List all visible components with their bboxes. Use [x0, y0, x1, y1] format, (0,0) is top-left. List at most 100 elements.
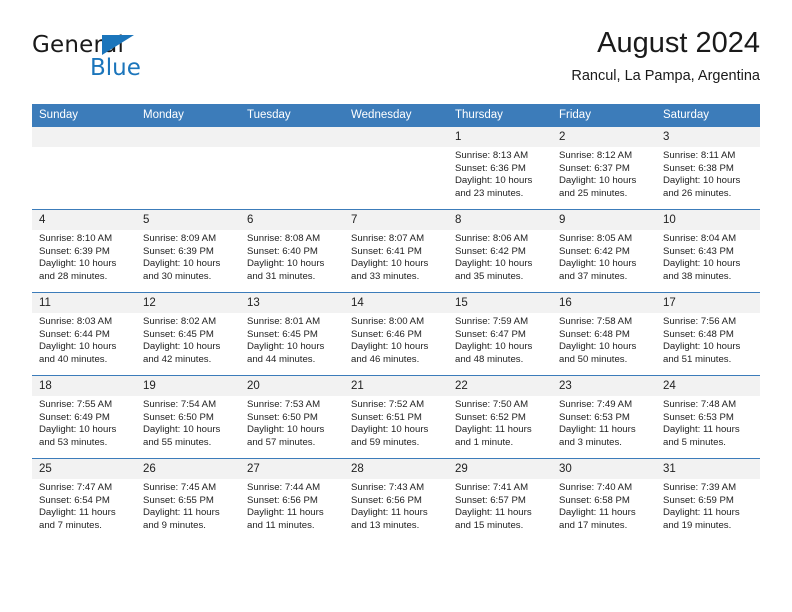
- day-details: Sunrise: 7:45 AM Sunset: 6:55 PM Daylight:…: [136, 479, 240, 532]
- day-detail-line: and 31 minutes.: [247, 270, 316, 282]
- day-detail-line: Daylight: 10 hours: [455, 341, 533, 353]
- day-details: Sunrise: 8:07 AM Sunset: 6:41 PM Daylight:…: [344, 230, 448, 283]
- weekday-header-wednesday: Wednesday: [344, 104, 448, 127]
- calendar-day-cell[interactable]: 16 Sunrise: 7:58 AM Sunset: 6:48 PM Dayligh…: [552, 292, 656, 376]
- day-detail-line: Sunrise: 7:48 AM: [663, 399, 737, 410]
- day-detail-line: Daylight: 11 hours: [39, 507, 116, 519]
- day-detail-line: Sunset: 6:54 PM: [39, 494, 110, 506]
- calendar-day-cell[interactable]: 31 Sunrise: 7:39 AM Sunset: 6:59 PM Dayligh…: [656, 458, 760, 541]
- day-detail-line: Sunrise: 7:40 AM: [559, 482, 633, 493]
- day-detail-line: and 9 minutes.: [143, 519, 206, 531]
- weekday-header-monday: Monday: [136, 104, 240, 127]
- day-details: Sunrise: 7:56 AM Sunset: 6:48 PM Daylight:…: [656, 313, 760, 366]
- day-detail-line: and 55 minutes.: [143, 436, 212, 448]
- day-detail-line: Daylight: 11 hours: [455, 424, 532, 436]
- calendar-day-cell-empty: [240, 126, 344, 210]
- day-detail-line: Daylight: 11 hours: [559, 507, 636, 519]
- day-number: 11: [32, 293, 136, 313]
- calendar-day-cell[interactable]: 8 Sunrise: 8:06 AM Sunset: 6:42 PM Daylight…: [448, 209, 552, 293]
- day-detail-line: Sunset: 6:39 PM: [143, 245, 214, 257]
- day-details: Sunrise: 7:52 AM Sunset: 6:51 PM Daylight:…: [344, 396, 448, 449]
- day-detail-line: Sunset: 6:53 PM: [663, 411, 734, 423]
- day-detail-line: Sunset: 6:43 PM: [663, 245, 734, 257]
- calendar-day-cell[interactable]: 18 Sunrise: 7:55 AM Sunset: 6:49 PM Dayligh…: [32, 375, 136, 459]
- day-detail-line: Sunrise: 8:10 AM: [39, 233, 113, 244]
- calendar-day-cell[interactable]: 27 Sunrise: 7:44 AM Sunset: 6:56 PM Dayligh…: [240, 458, 344, 541]
- day-detail-line: Daylight: 11 hours: [143, 507, 220, 519]
- day-detail-line: Sunset: 6:56 PM: [247, 494, 318, 506]
- day-detail-line: Sunrise: 7:53 AM: [247, 399, 321, 410]
- calendar-day-cell[interactable]: 28 Sunrise: 7:43 AM Sunset: 6:56 PM Dayligh…: [344, 458, 448, 541]
- day-detail-line: and 26 minutes.: [663, 187, 732, 199]
- weekday-header-saturday: Saturday: [656, 104, 760, 127]
- day-number: 25: [32, 459, 136, 479]
- calendar-day-cell[interactable]: 5 Sunrise: 8:09 AM Sunset: 6:39 PM Daylight…: [136, 209, 240, 293]
- day-number: [344, 127, 448, 147]
- calendar-day-cell[interactable]: 26 Sunrise: 7:45 AM Sunset: 6:55 PM Dayligh…: [136, 458, 240, 541]
- day-detail-line: and 40 minutes.: [39, 353, 108, 365]
- day-number: 9: [552, 210, 656, 230]
- day-detail-line: and 44 minutes.: [247, 353, 316, 365]
- day-details: Sunrise: 8:10 AM Sunset: 6:39 PM Daylight:…: [32, 230, 136, 283]
- day-detail-line: Sunrise: 8:12 AM: [559, 150, 633, 161]
- day-detail-line: Daylight: 10 hours: [39, 341, 117, 353]
- calendar-day-cell[interactable]: 29 Sunrise: 7:41 AM Sunset: 6:57 PM Dayligh…: [448, 458, 552, 541]
- weekday-header-tuesday: Tuesday: [240, 104, 344, 127]
- day-detail-line: and 25 minutes.: [559, 187, 628, 199]
- calendar-day-cell[interactable]: 30 Sunrise: 7:40 AM Sunset: 6:58 PM Dayligh…: [552, 458, 656, 541]
- calendar-day-cell[interactable]: 2 Sunrise: 8:12 AM Sunset: 6:37 PM Daylight…: [552, 126, 656, 210]
- day-details: Sunrise: 7:39 AM Sunset: 6:59 PM Daylight:…: [656, 479, 760, 532]
- calendar-day-cell[interactable]: 22 Sunrise: 7:50 AM Sunset: 6:52 PM Dayligh…: [448, 375, 552, 459]
- day-number: 6: [240, 210, 344, 230]
- page-subtitle: Rancul, La Pampa, Argentina: [571, 68, 760, 84]
- calendar-day-cell[interactable]: 23 Sunrise: 7:49 AM Sunset: 6:53 PM Dayligh…: [552, 375, 656, 459]
- day-detail-line: and 23 minutes.: [455, 187, 524, 199]
- calendar-day-cell[interactable]: 11 Sunrise: 8:03 AM Sunset: 6:44 PM Dayligh…: [32, 292, 136, 376]
- day-detail-line: Sunset: 6:55 PM: [143, 494, 214, 506]
- calendar-day-cell[interactable]: 12 Sunrise: 8:02 AM Sunset: 6:45 PM Dayligh…: [136, 292, 240, 376]
- day-detail-line: Daylight: 10 hours: [351, 424, 429, 436]
- calendar-day-cell[interactable]: 20 Sunrise: 7:53 AM Sunset: 6:50 PM Dayligh…: [240, 375, 344, 459]
- calendar-week-row: 18 Sunrise: 7:55 AM Sunset: 6:49 PM Dayligh…: [32, 375, 760, 459]
- calendar-day-cell[interactable]: 25 Sunrise: 7:47 AM Sunset: 6:54 PM Dayligh…: [32, 458, 136, 541]
- day-detail-line: Sunset: 6:50 PM: [247, 411, 318, 423]
- calendar-day-cell[interactable]: 14 Sunrise: 8:00 AM Sunset: 6:46 PM Dayligh…: [344, 292, 448, 376]
- calendar-day-cell[interactable]: 19 Sunrise: 7:54 AM Sunset: 6:50 PM Dayligh…: [136, 375, 240, 459]
- day-number: 23: [552, 376, 656, 396]
- day-details: Sunrise: 7:40 AM Sunset: 6:58 PM Daylight:…: [552, 479, 656, 532]
- day-detail-line: and 17 minutes.: [559, 519, 628, 531]
- day-number: 30: [552, 459, 656, 479]
- calendar-day-cell[interactable]: 3 Sunrise: 8:11 AM Sunset: 6:38 PM Daylight…: [656, 126, 760, 210]
- calendar-day-cell[interactable]: 24 Sunrise: 7:48 AM Sunset: 6:53 PM Dayligh…: [656, 375, 760, 459]
- day-detail-line: Sunrise: 7:55 AM: [39, 399, 113, 410]
- calendar-day-cell[interactable]: 21 Sunrise: 7:52 AM Sunset: 6:51 PM Dayligh…: [344, 375, 448, 459]
- calendar-day-cell[interactable]: 15 Sunrise: 7:59 AM Sunset: 6:47 PM Dayligh…: [448, 292, 552, 376]
- day-detail-line: Sunset: 6:52 PM: [455, 411, 526, 423]
- day-details: Sunrise: 8:12 AM Sunset: 6:37 PM Daylight:…: [552, 147, 656, 200]
- calendar-day-cell[interactable]: 7 Sunrise: 8:07 AM Sunset: 6:41 PM Daylight…: [344, 209, 448, 293]
- calendar-day-cell[interactable]: 9 Sunrise: 8:05 AM Sunset: 6:42 PM Daylight…: [552, 209, 656, 293]
- day-number: [136, 127, 240, 147]
- day-detail-line: Sunrise: 7:58 AM: [559, 316, 633, 327]
- day-number: 19: [136, 376, 240, 396]
- day-detail-line: and 37 minutes.: [559, 270, 628, 282]
- day-detail-line: Daylight: 10 hours: [143, 341, 221, 353]
- calendar-day-cell[interactable]: 4 Sunrise: 8:10 AM Sunset: 6:39 PM Daylight…: [32, 209, 136, 293]
- calendar-day-cell[interactable]: 6 Sunrise: 8:08 AM Sunset: 6:40 PM Daylight…: [240, 209, 344, 293]
- day-details: Sunrise: 7:53 AM Sunset: 6:50 PM Daylight:…: [240, 396, 344, 449]
- calendar-day-cell[interactable]: 1 Sunrise: 8:13 AM Sunset: 6:36 PM Daylight…: [448, 126, 552, 210]
- day-detail-line: and 33 minutes.: [351, 270, 420, 282]
- day-number: 10: [656, 210, 760, 230]
- day-detail-line: Sunset: 6:36 PM: [455, 162, 526, 174]
- day-details: Sunrise: 7:47 AM Sunset: 6:54 PM Daylight:…: [32, 479, 136, 532]
- day-number: 31: [656, 459, 760, 479]
- day-detail-line: Daylight: 10 hours: [559, 341, 637, 353]
- calendar-day-cell[interactable]: 17 Sunrise: 7:56 AM Sunset: 6:48 PM Dayligh…: [656, 292, 760, 376]
- calendar-day-cell[interactable]: 10 Sunrise: 8:04 AM Sunset: 6:43 PM Dayligh…: [656, 209, 760, 293]
- day-detail-line: and 5 minutes.: [663, 436, 726, 448]
- day-number: 26: [136, 459, 240, 479]
- calendar-day-cell[interactable]: 13 Sunrise: 8:01 AM Sunset: 6:45 PM Dayligh…: [240, 292, 344, 376]
- day-detail-line: and 35 minutes.: [455, 270, 524, 282]
- day-details: Sunrise: 8:06 AM Sunset: 6:42 PM Daylight:…: [448, 230, 552, 283]
- day-detail-line: Sunset: 6:42 PM: [559, 245, 630, 257]
